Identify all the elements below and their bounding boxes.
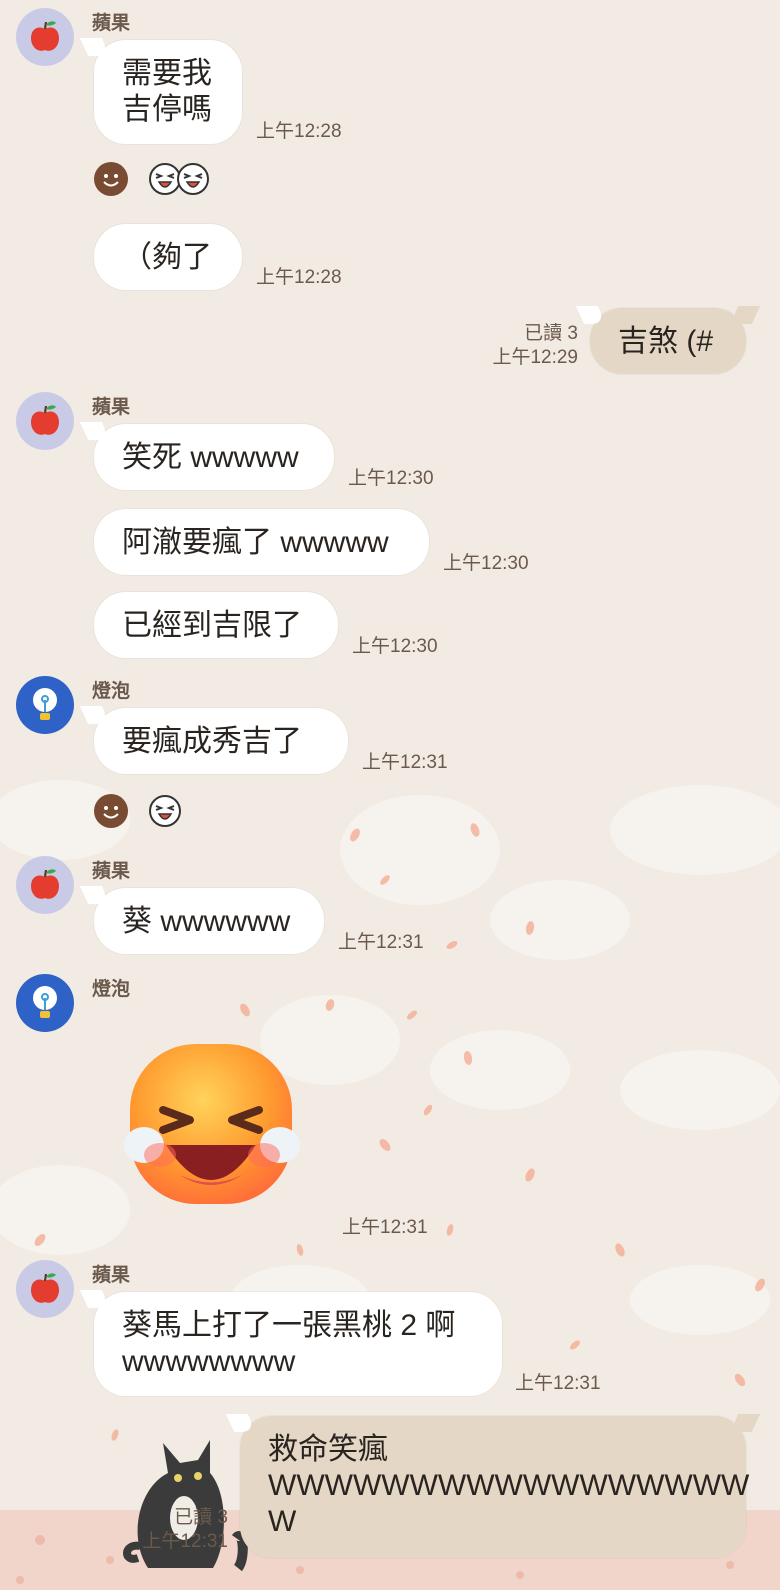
cat-sticker <box>123 1440 248 1572</box>
message-time: 上午12:30 <box>443 553 529 574</box>
message-time: 上午12:31 <box>362 752 448 773</box>
sender-name: 燈泡 <box>92 681 131 702</box>
avatar[interactable] <box>16 676 74 734</box>
my-message-bubble[interactable]: 救命笑瘋 WWWWWWWWWWWWWWWWW W <box>240 1416 749 1558</box>
lightbulb-icon <box>33 688 57 720</box>
sender-name: 燈泡 <box>92 979 131 1000</box>
message-bubble[interactable]: 要瘋成秀吉了 <box>94 708 348 774</box>
message-time: 上午12:31 <box>342 1217 428 1238</box>
reaction-row <box>94 162 210 196</box>
sender-name: 蘋果 <box>92 397 131 418</box>
message-time: 上午12:31 <box>338 932 424 953</box>
message-bubble[interactable]: （夠了 <box>94 224 242 290</box>
apple-icon <box>31 21 59 51</box>
laughing-emoji-pair <box>148 162 210 196</box>
laughing-crying-face-sticker[interactable] <box>118 1040 308 1210</box>
smile-emoji-icon <box>94 162 128 196</box>
reaction-row <box>94 794 182 828</box>
apple-icon <box>31 869 59 899</box>
message-time: 上午12:29 <box>492 347 578 368</box>
message-time: 上午12:31 <box>515 1373 601 1394</box>
laughing-face-icon <box>149 795 181 827</box>
message-time: 上午12:28 <box>256 267 342 288</box>
sender-name: 蘋果 <box>92 13 131 34</box>
message-bubble[interactable]: 葵馬上打了一張黑桃 2 啊 wwwwwwww <box>94 1292 502 1396</box>
avatar[interactable] <box>16 856 74 914</box>
smile-emoji-icon <box>94 794 128 828</box>
read-receipt: 已讀 3 <box>524 323 578 344</box>
message-time: 上午12:30 <box>352 636 438 657</box>
message-bubble[interactable]: 已經到吉限了 <box>94 592 338 658</box>
avatar[interactable] <box>16 8 74 66</box>
message-time: 上午12:31 <box>142 1531 228 1552</box>
avatar[interactable] <box>16 1260 74 1318</box>
message-bubble[interactable]: 笑死 wwwww <box>94 424 334 490</box>
message-time: 上午12:30 <box>348 468 434 489</box>
my-message-bubble[interactable]: 吉煞 (# <box>590 308 746 374</box>
message-meta: 已讀 3 上午12:31 <box>142 1506 228 1554</box>
lightbulb-icon <box>33 986 57 1018</box>
apple-icon <box>31 405 59 435</box>
message-bubble[interactable]: 阿澈要瘋了 wwwww <box>94 509 429 575</box>
message-bubble[interactable]: 葵 wwwwww <box>94 888 324 954</box>
avatar[interactable] <box>16 392 74 450</box>
message-bubble[interactable]: 需要我 吉停嗎 <box>94 40 242 144</box>
read-receipt: 已讀 3 <box>174 1507 228 1528</box>
message-meta: 已讀 3 上午12:29 <box>492 322 578 370</box>
apple-icon <box>31 1273 59 1303</box>
message-time: 上午12:28 <box>256 121 342 142</box>
laughing-face-icon <box>177 163 209 195</box>
sender-name: 蘋果 <box>92 1265 131 1286</box>
avatar[interactable] <box>16 974 74 1032</box>
sender-name: 蘋果 <box>92 861 131 882</box>
